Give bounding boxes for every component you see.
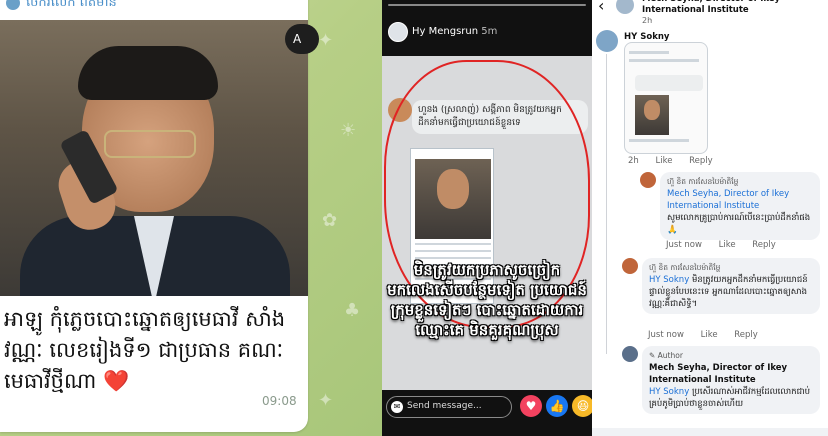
commenter-name[interactable]: Mech Seyha, Director of Ikey Internation… [649, 362, 813, 386]
sender-avatar[interactable] [6, 0, 20, 10]
story-canvas[interactable]: ហួនង (ស្រលាញ់) សង្គីភាព មិនត្រូវយកអ្នកដឹ… [382, 56, 592, 390]
story-author-label: Hy Mengsrun [412, 26, 479, 37]
commenter-avatar[interactable] [640, 172, 656, 188]
mention-tag[interactable]: Mech Seyha, Director of Ikey Internation… [667, 188, 813, 212]
commenter-avatar[interactable] [596, 30, 618, 52]
photo-glasses [104, 130, 196, 158]
story-age: 5m [481, 26, 498, 37]
comment-actions: 2h Like Reply [628, 156, 727, 166]
forward-button[interactable]: A [285, 24, 319, 54]
comment-body: HY Sokny មិនត្រូវយកអ្នកដឹកនាំមកធ្វើប្រយោ… [649, 274, 813, 310]
doodle-icon: ✦ [318, 30, 334, 51]
doodle-icon: ♣ [344, 300, 361, 321]
thread-line [606, 54, 607, 354]
comment-actions: Just now Like Reply [648, 330, 772, 340]
story-progress-bar [388, 4, 586, 6]
author-badge: ✎ Author [649, 351, 683, 360]
comment-bubble[interactable]: ✎ Author Mech Seyha, Director of Ikey In… [642, 346, 820, 414]
mention-tag[interactable]: HY Sokny [649, 387, 689, 397]
message-caption: អាឡូ កុំភ្លេចបោះឆ្នោតឲ្យមេធាវី សាំង វណ្ណ… [4, 307, 286, 393]
story-author-avatar[interactable] [388, 22, 408, 42]
post-author-name[interactable]: Mech Seyha, Director of Ikey Internation… [642, 0, 822, 16]
back-arrow-icon[interactable]: ‹ [598, 0, 604, 15]
story-author-name[interactable]: Hy Mengsrun 5m [412, 26, 497, 37]
message-time: 09:08 [262, 394, 297, 408]
reply-button[interactable]: Reply [689, 156, 713, 166]
comment-image-attachment[interactable] [624, 42, 708, 154]
telegram-panel: ✦ ☀ ✿ ♣ ✦ ចែករំលែក ព័ត៌មាន អាឡូ កុំភ្លេច… [0, 0, 382, 436]
story-overlay-text: មិនត្រូវយកប្រភាសូចច្រៀក មកលេងសើចបន្ថែមទៀ… [387, 261, 587, 339]
like-button[interactable]: Like [719, 240, 736, 250]
comment-body: HY Sokny ប្រសើរណាស់អាជីវកម្មដែលលោកជាប់គ្… [649, 386, 813, 410]
like-button[interactable]: Like [701, 330, 718, 340]
commenter-name: ហ៊ួ ខិត ការសែនបៃម៉ាតិម្ហែ [649, 263, 721, 272]
attachment-line [629, 59, 699, 62]
comment-time: Just now [666, 240, 702, 250]
story-header: Hy Mengsrun 5m [382, 22, 592, 46]
send-message-placeholder: Send message... [407, 401, 482, 411]
story-panel: Hy Mengsrun 5m ហួនង (ស្រលាញ់) សង្គីភាព ម… [382, 0, 592, 436]
message-bubble[interactable]: ចែករំលែក ព័ត៌មាន អាឡូ កុំភ្លេចបោះឆ្នោតឲ្… [0, 0, 308, 432]
comment-bubble[interactable]: ហ៊ួ ខិត ការសែនបៃម៉ាតិម្ហែ Mech Seyha, Di… [660, 172, 820, 240]
comment-time: Just now [648, 330, 684, 340]
reply-button[interactable]: Reply [752, 240, 776, 250]
doodle-icon: ✦ [318, 390, 334, 411]
comment-time: 2h [628, 156, 639, 166]
haha-reaction-icon[interactable]: 😆 [572, 395, 592, 417]
commenter-avatar[interactable] [622, 346, 638, 362]
sender-row: ចែករំលែក ព័ត៌មាន [0, 0, 308, 20]
attachment-line [629, 51, 669, 54]
send-message-input[interactable]: ✉ Send message... [386, 396, 512, 418]
doodle-icon: ☀ [340, 120, 357, 141]
post-author-avatar[interactable] [616, 0, 634, 14]
doodle-icon: ✿ [322, 210, 338, 231]
attachment-face [644, 100, 660, 120]
commenter-name[interactable]: HY Sokny [624, 32, 669, 42]
message-photo[interactable] [0, 20, 308, 296]
bottom-bar [592, 428, 828, 436]
comment-text: សូមលោកគ្រូប្រាប់ការណ៍បើនេះប្រាប់ដឹកនាំផង… [667, 213, 811, 235]
attachment-line [629, 139, 689, 142]
commenter-name: ហ៊ួ ខិត ការសែនបៃម៉ាតិម្ហែ [667, 177, 739, 186]
attachment-comment [635, 75, 703, 91]
comment-actions: Just now Like Reply [666, 240, 790, 250]
like-reaction-icon[interactable]: 👍 [546, 395, 568, 417]
photo-hair [78, 46, 218, 100]
messenger-icon: ✉ [391, 401, 403, 413]
commenter-avatar[interactable] [622, 258, 638, 274]
mention-tag[interactable]: HY Sokny [649, 275, 689, 285]
sender-name[interactable]: ចែករំលែក ព័ត៌មាន [26, 0, 117, 13]
heart-reaction-icon[interactable]: ♥ [520, 395, 542, 417]
attachment-photo [635, 95, 669, 135]
reply-button[interactable]: Reply [734, 330, 758, 340]
comments-panel: ‹ Mech Seyha, Director of Ikey Internati… [592, 0, 828, 436]
post-separator: · [650, 16, 653, 25]
comment-bubble[interactable]: ហ៊ួ ខិត ការសែនបៃម៉ាតិម្ហែ HY Sokny មិនត្… [642, 258, 820, 314]
like-button[interactable]: Like [656, 156, 673, 166]
